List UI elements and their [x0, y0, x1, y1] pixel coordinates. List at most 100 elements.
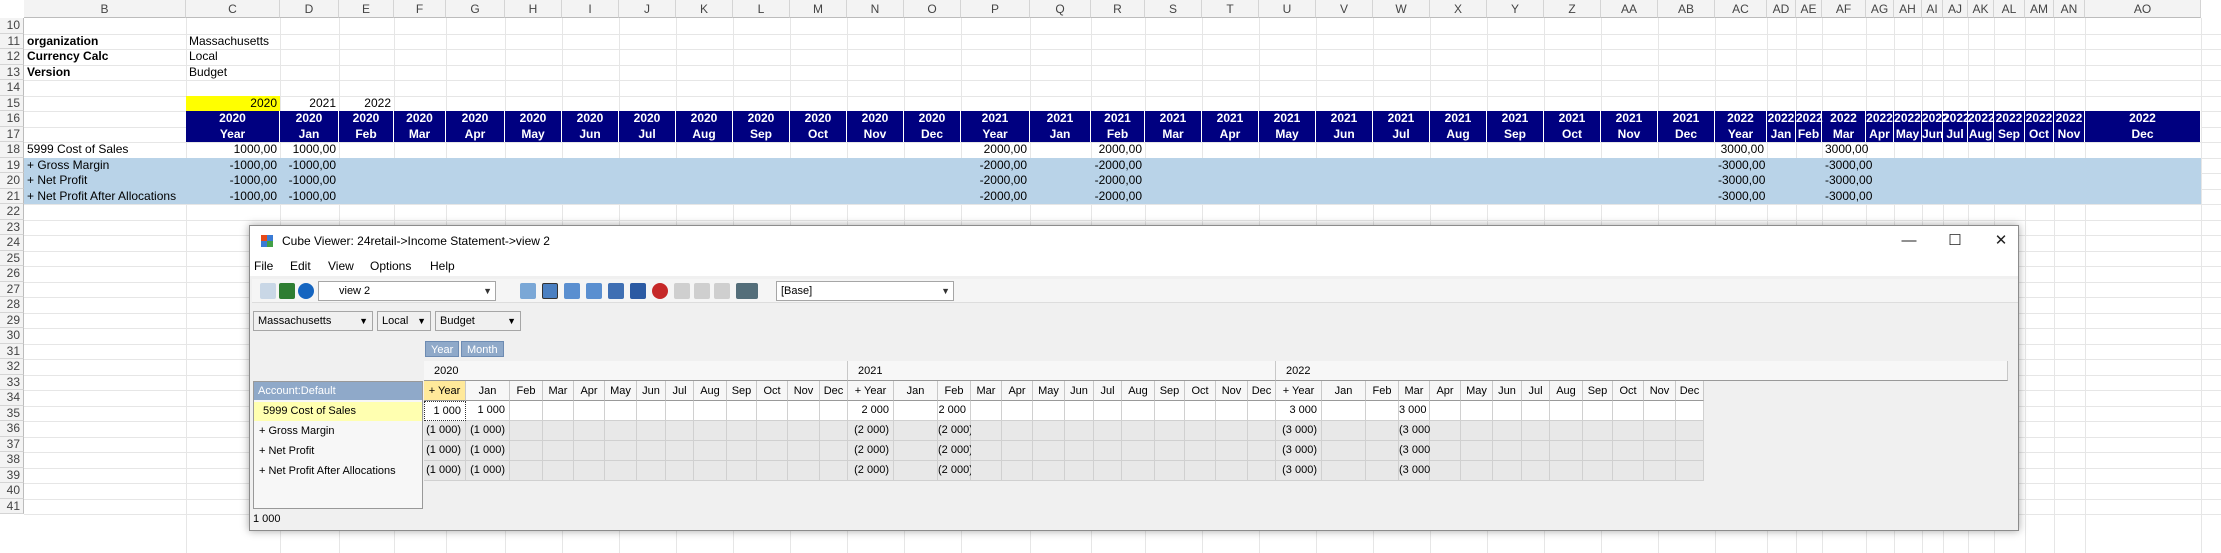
grid-cell[interactable]: (3 000) [1276, 461, 1322, 481]
row-header[interactable]: 38 [0, 452, 24, 468]
period-column-header[interactable]: Sep [1583, 381, 1613, 401]
grid-cell[interactable]: (1 000) [466, 461, 510, 481]
period-header-cell[interactable]: Nov [847, 126, 904, 142]
year-header-cell[interactable]: 2022 [1715, 111, 1767, 127]
row-header[interactable]: 33 [0, 374, 24, 390]
year-header-cell[interactable]: 2022 [1796, 111, 1823, 127]
commit-icon[interactable] [260, 283, 276, 299]
grid-cell[interactable] [971, 441, 1002, 461]
grid-cell[interactable] [1094, 441, 1122, 461]
grid-cell[interactable] [510, 421, 543, 441]
grid-cell[interactable]: 3 000 [1399, 401, 1430, 421]
period-header-cell[interactable]: Dec [904, 126, 961, 142]
column-header[interactable]: S [1145, 0, 1202, 18]
account-row-header[interactable]: + Gross Margin [254, 422, 422, 441]
grid-cell[interactable] [1430, 461, 1461, 481]
period-header-cell[interactable]: Nov [1601, 126, 1658, 142]
column-header[interactable]: AK [1968, 0, 1994, 18]
year-header-cell[interactable]: 2021 [1145, 111, 1202, 127]
grid-cell[interactable] [1065, 421, 1094, 441]
chart-icon[interactable] [564, 283, 580, 299]
grid-cell[interactable] [820, 421, 848, 441]
column-header[interactable]: W [1373, 0, 1430, 18]
grid-cell[interactable]: (2 000) [848, 441, 894, 461]
cube-viewer-window[interactable]: Cube Viewer: 24retail->Income Statement-… [249, 225, 2019, 531]
year-column-header[interactable]: 2021 [848, 361, 1276, 381]
grid-cell[interactable] [605, 461, 637, 481]
grid-cell[interactable] [694, 401, 727, 421]
grid-cell[interactable] [1522, 401, 1550, 421]
period-column-header[interactable]: Aug [1550, 381, 1583, 401]
grid-cell[interactable] [1676, 421, 1704, 441]
grid-cell[interactable] [1461, 421, 1493, 441]
grid-cell[interactable] [727, 421, 757, 441]
row-header[interactable]: 11 [0, 33, 24, 49]
grid-cell[interactable] [971, 461, 1002, 481]
grid-cell[interactable] [605, 421, 637, 441]
value-cell[interactable]: 2000,00 [961, 142, 1030, 158]
row-header[interactable]: 40 [0, 483, 24, 499]
year-header-cell[interactable]: 2020 [394, 111, 446, 127]
row-header[interactable]: 32 [0, 359, 24, 375]
year-header-cell[interactable]: 2022 [1822, 111, 1866, 127]
period-column-header[interactable]: Jun [637, 381, 666, 401]
grid-cell[interactable]: 2 000 [938, 401, 971, 421]
year-header-cell[interactable]: 2021 [1658, 111, 1715, 127]
grid-cell[interactable] [727, 401, 757, 421]
period-column-header[interactable]: May [1033, 381, 1065, 401]
period-header-cell[interactable]: Dec [1658, 126, 1715, 142]
grid-cell[interactable] [971, 401, 1002, 421]
period-column-header[interactable]: Nov [788, 381, 820, 401]
grid-cell[interactable] [1583, 421, 1613, 441]
grid-cell[interactable] [1216, 401, 1248, 421]
value-cell[interactable]: -2000,00 [1091, 158, 1145, 174]
grid-cell[interactable] [1522, 421, 1550, 441]
value-cell[interactable]: -2000,00 [961, 158, 1030, 174]
year-header-cell[interactable]: 2021 [1544, 111, 1601, 127]
period-header-cell[interactable]: May [1894, 126, 1922, 142]
printer-icon[interactable] [736, 283, 758, 299]
period-header-cell[interactable]: Jan [1767, 126, 1796, 142]
year-header-cell[interactable]: 2020 [790, 111, 847, 127]
year-header-cell[interactable]: 2020 [847, 111, 904, 127]
year-header-cell[interactable]: 2022 [1922, 111, 1949, 127]
row-header[interactable]: 30 [0, 328, 24, 344]
value-cell[interactable]: -2000,00 [1091, 189, 1145, 205]
column-header[interactable]: O [904, 0, 961, 18]
sandbox-icon[interactable] [608, 283, 624, 299]
grid-cell[interactable] [694, 461, 727, 481]
row-label[interactable]: + Net Profit [24, 173, 90, 189]
grid-cell[interactable] [694, 441, 727, 461]
period-column-header[interactable]: Jun [1065, 381, 1094, 401]
period-header-cell[interactable]: Jun [1316, 126, 1373, 142]
grid-cell[interactable] [1002, 461, 1033, 481]
grid-cell[interactable] [1366, 461, 1399, 481]
year-header-cell[interactable]: 2022 [1894, 111, 1922, 127]
year-dimension-chip[interactable]: Year [425, 341, 460, 357]
row-label[interactable]: 5999 Cost of Sales [24, 142, 131, 158]
grid-cell[interactable] [820, 401, 848, 421]
account-dimension-header[interactable]: Account:Default [254, 382, 422, 400]
row-header[interactable]: 27 [0, 281, 24, 297]
currency-label[interactable]: Currency Calc [24, 49, 111, 65]
period-column-header[interactable]: Jun [1493, 381, 1522, 401]
grid-cell[interactable] [1493, 421, 1522, 441]
period-header-cell[interactable]: Sep [1487, 126, 1544, 142]
grid-cell[interactable] [1461, 461, 1493, 481]
value-cell[interactable]: -1000,00 [186, 189, 280, 205]
year-header-cell[interactable]: 2020 [562, 111, 619, 127]
grid-cell[interactable]: (2 000) [938, 421, 973, 441]
column-header[interactable]: AL [1994, 0, 2025, 18]
grid-cell[interactable] [543, 401, 574, 421]
period-column-header[interactable]: Jan [1322, 381, 1366, 401]
year-header-cell[interactable]: 2020 [280, 111, 339, 127]
period-column-header[interactable]: Mar [971, 381, 1002, 401]
column-header[interactable]: AB [1658, 0, 1715, 18]
grid-cell[interactable] [1002, 421, 1033, 441]
grid-cell[interactable] [1550, 461, 1583, 481]
period-header-cell[interactable]: Jan [1030, 126, 1091, 142]
grid-cell[interactable] [1550, 401, 1583, 421]
period-header-cell[interactable]: Apr [1202, 126, 1259, 142]
grid-cell[interactable] [1366, 421, 1399, 441]
grid-cell[interactable]: 2 000 [848, 401, 894, 421]
